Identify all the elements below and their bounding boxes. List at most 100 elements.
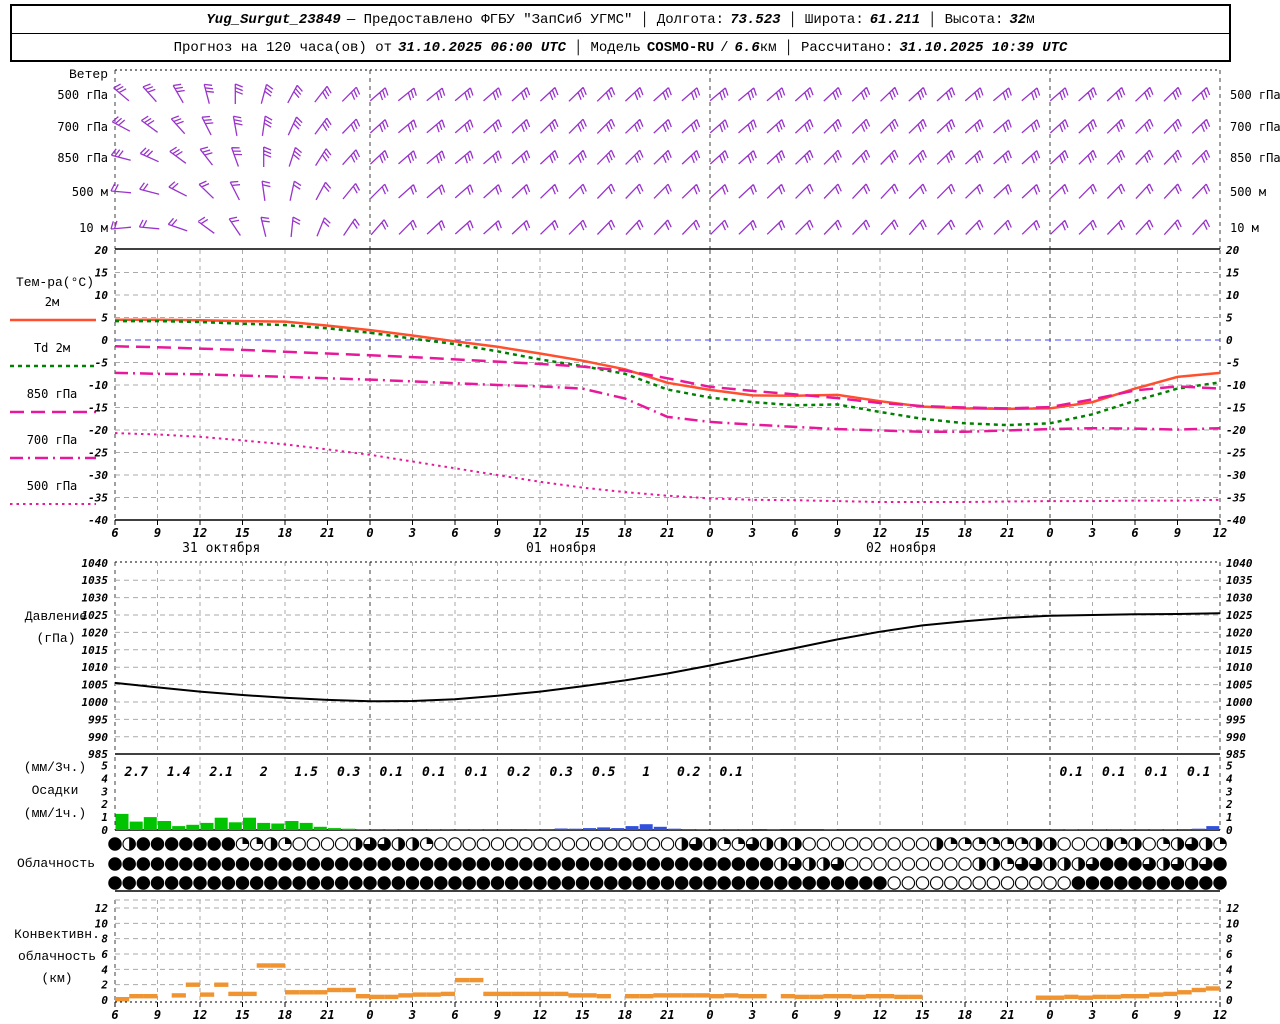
svg-text:0: 0 xyxy=(366,1008,373,1022)
svg-text:0: 0 xyxy=(366,526,373,540)
svg-text:21: 21 xyxy=(319,526,334,540)
time-axis-labels: 6 9 12 15 18 21 0 3 6 9 12 15 18 21 0 3 6 9 12 15 18 21 0 3 6 9 12 xyxy=(111,526,1227,540)
forecast-time: 31.10.2025 06:00 UTC xyxy=(398,39,567,56)
svg-text:2: 2 xyxy=(1225,798,1233,811)
svg-text:21: 21 xyxy=(319,1008,334,1022)
svg-text:18: 18 xyxy=(618,526,632,540)
svg-text:4: 4 xyxy=(1226,963,1233,976)
svg-text:-20: -20 xyxy=(1226,424,1246,437)
svg-text:990: 990 xyxy=(1226,731,1246,744)
svg-text:6: 6 xyxy=(791,526,798,540)
svg-text:6: 6 xyxy=(451,1008,458,1022)
svg-text:3: 3 xyxy=(408,1008,416,1022)
svg-text:1005: 1005 xyxy=(82,679,109,692)
pressure-panel-title: Давление (гПа) xyxy=(6,606,106,650)
svg-text:0: 0 xyxy=(101,334,108,347)
svg-text:12: 12 xyxy=(873,526,887,540)
model-slash: / xyxy=(720,39,729,56)
legend-item-850-гПа: 850 гПа xyxy=(10,387,96,414)
svg-text:12: 12 xyxy=(193,1008,207,1022)
svg-text:850 гПа: 850 гПа xyxy=(27,387,78,401)
svg-text:0.1: 0.1 xyxy=(465,765,488,780)
svg-text:-30: -30 xyxy=(1226,469,1246,482)
svg-text:-35: -35 xyxy=(88,492,108,505)
svg-text:02 ноября: 02 ноября xyxy=(866,541,936,556)
pressure-title-line1: Давление xyxy=(24,609,88,624)
svg-text:15: 15 xyxy=(575,526,589,540)
svg-text:12: 12 xyxy=(1213,526,1227,540)
svg-text:1: 1 xyxy=(1226,811,1233,824)
svg-text:1035: 1035 xyxy=(1226,574,1253,587)
svg-text:9: 9 xyxy=(1174,1008,1181,1022)
svg-text:2: 2 xyxy=(1225,979,1233,992)
svg-text:2: 2 xyxy=(259,765,268,780)
svg-text:1000: 1000 xyxy=(82,696,109,709)
cloud-rows xyxy=(108,837,1227,890)
svg-text:6: 6 xyxy=(111,526,118,540)
svg-text:18: 18 xyxy=(958,1008,972,1022)
svg-text:21: 21 xyxy=(659,1008,674,1022)
svg-text:995: 995 xyxy=(88,713,108,726)
svg-text:21: 21 xyxy=(999,526,1014,540)
svg-text:-30: -30 xyxy=(88,469,108,482)
precip-title-line1: (мм/3ч.) xyxy=(23,760,87,775)
svg-text:-25: -25 xyxy=(88,447,108,460)
svg-text:0.3: 0.3 xyxy=(550,765,574,780)
svg-text:0.1: 0.1 xyxy=(422,765,445,780)
svg-text:0.5: 0.5 xyxy=(592,765,616,780)
svg-text:12: 12 xyxy=(533,1008,547,1022)
svg-text:01 ноября: 01 ноября xyxy=(526,541,596,556)
svg-text:-10: -10 xyxy=(1226,379,1246,392)
svg-text:6: 6 xyxy=(1226,948,1233,961)
meteogram-page: Yug_Surgut_23849 — Предоставлено ФГБУ "З… xyxy=(0,0,1280,1024)
svg-text:3: 3 xyxy=(1088,526,1096,540)
header-row-2: Прогноз на 120 часа(ов) от 31.10.2025 06… xyxy=(12,34,1229,61)
svg-text:0: 0 xyxy=(706,1008,713,1022)
temperature-panel-title: Тем-ра(°C) xyxy=(15,275,94,290)
svg-text:3: 3 xyxy=(408,526,416,540)
legend-item-2м: 2м xyxy=(10,295,96,322)
model-resolution-unit: км xyxy=(759,39,777,56)
svg-text:5: 5 xyxy=(1226,760,1233,773)
svg-text:6: 6 xyxy=(111,1008,118,1022)
forecast-label: Прогноз на 120 часа(ов) от xyxy=(173,39,393,56)
svg-text:12: 12 xyxy=(533,526,547,540)
svg-text:500 гПа: 500 гПа xyxy=(57,88,108,102)
svg-text:-15: -15 xyxy=(1226,402,1246,415)
svg-text:0.1: 0.1 xyxy=(1060,765,1083,780)
wind-level-labels: 500 гПа 500 гПа 700 гПа 700 гПа 850 гПа 850 г… xyxy=(57,88,1280,235)
svg-text:20: 20 xyxy=(94,244,109,257)
svg-text:0: 0 xyxy=(1226,994,1233,1007)
svg-text:990: 990 xyxy=(88,731,108,744)
provider-text: — Предоставлено ФГБУ "ЗапСиб УГМС" xyxy=(346,11,633,28)
svg-text:1020: 1020 xyxy=(1226,626,1253,639)
svg-text:3: 3 xyxy=(1088,1008,1096,1022)
svg-text:6: 6 xyxy=(1131,1008,1138,1022)
svg-text:9: 9 xyxy=(834,526,841,540)
svg-text:0: 0 xyxy=(1226,334,1233,347)
svg-text:1010: 1010 xyxy=(1226,661,1253,674)
svg-text:20: 20 xyxy=(1225,244,1240,257)
svg-text:850 гПа: 850 гПа xyxy=(1230,151,1280,165)
svg-text:1005: 1005 xyxy=(1226,679,1253,692)
svg-text:9: 9 xyxy=(494,526,501,540)
svg-text:15: 15 xyxy=(1226,267,1240,280)
latitude-value: 61.211 xyxy=(869,11,921,28)
svg-text:10 м: 10 м xyxy=(1230,221,1259,235)
calculated-time: 31.10.2025 10:39 UTC xyxy=(899,39,1068,56)
svg-text:3: 3 xyxy=(748,1008,756,1022)
separator: │ xyxy=(574,39,583,56)
svg-text:700 гПа: 700 гПа xyxy=(57,120,108,134)
wind-barb-row-700-гПа xyxy=(111,115,1211,137)
svg-text:1.4: 1.4 xyxy=(167,765,191,780)
svg-text:700 гПа: 700 гПа xyxy=(1230,120,1280,134)
svg-text:-5: -5 xyxy=(1226,357,1240,370)
svg-text:2м: 2м xyxy=(45,295,59,309)
svg-text:1.5: 1.5 xyxy=(295,765,319,780)
svg-text:6: 6 xyxy=(451,526,458,540)
separator: │ xyxy=(788,11,797,28)
svg-text:0: 0 xyxy=(101,994,108,1007)
precip-title-line3: (мм/1ч.) xyxy=(23,806,87,821)
wind-panel-title: Ветер xyxy=(68,67,108,82)
svg-text:850 гПа: 850 гПа xyxy=(57,151,108,165)
